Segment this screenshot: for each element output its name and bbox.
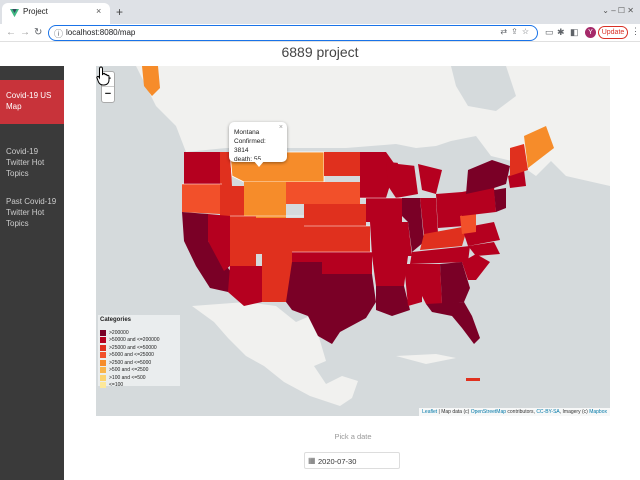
legend-label: <=100 <box>109 382 124 389</box>
date-value[interactable]: 2020-07-30 <box>318 457 356 466</box>
legend-item: >5000 and <=25000 <box>100 347 178 359</box>
profile-avatar[interactable]: Y <box>585 27 596 38</box>
puzzle-icon[interactable]: ✱ <box>557 27 565 38</box>
date-picker-title: Pick a date <box>334 432 372 441</box>
extension-icon[interactable]: ▭ <box>545 27 554 38</box>
attribution-text: contributors, <box>507 409 535 415</box>
sidepanel-icon[interactable]: ◧ <box>570 27 579 38</box>
window-controls[interactable]: ⌄ – ☐ ✕ <box>602 6 634 15</box>
popup-confirmed: Confirmed: 3814 <box>234 138 266 154</box>
update-button[interactable]: Update <box>598 26 628 39</box>
tab-close-icon[interactable]: × <box>96 6 101 16</box>
leaflet-link[interactable]: Leaflet <box>422 409 437 415</box>
popup-tip <box>253 160 265 167</box>
mapbox-link[interactable]: Mapbox <box>589 409 607 415</box>
legend-item: >200000 <box>100 324 178 336</box>
legend-item: >25000 and <=50000 <box>100 339 178 351</box>
sidebar-item-past-hot-topics[interactable]: Past Covid-19 Twitter Hot Topics <box>0 190 64 235</box>
page-title: 6889 project <box>281 44 359 60</box>
sidebar-item-us-map[interactable]: Covid-19 US Map <box>0 80 64 124</box>
omnibox-actions[interactable]: ⇄⇪☆ <box>500 27 533 36</box>
sidebar-item-hot-topics[interactable]: Covid-19 Twitter Hot Topics <box>0 140 64 185</box>
new-tab-button[interactable]: + <box>116 5 123 19</box>
vue-favicon-icon <box>10 9 19 18</box>
browser-toolbar: ← → ↻ ⓘ localhost:8080/map ⇄⇪☆ ▭ ✱ ◧ Y U… <box>0 24 640 42</box>
hand-cursor-icon <box>96 66 110 86</box>
legend-item: >2500 and <=5000 <box>100 354 178 366</box>
attribution-text: | Map data (c) <box>438 409 470 415</box>
legend-item: >100 and <=500 <box>100 369 178 381</box>
url-text[interactable]: localhost:8080/map <box>66 28 135 37</box>
forward-icon[interactable]: → <box>20 27 30 38</box>
state-popup: × Montana Confirmed: 3814 death: 55 <box>229 122 287 167</box>
legend-swatch <box>100 382 106 389</box>
license-link[interactable]: CC-BY-SA <box>536 409 559 415</box>
menu-icon[interactable]: ⋮ <box>631 26 640 37</box>
info-icon[interactable]: ⓘ <box>54 27 63 40</box>
tab-title: Project <box>23 7 48 16</box>
map-legend: Categories >200000 >50000 and <=200000 >… <box>98 315 180 389</box>
legend-item: >500 and <=2500 <box>100 362 178 374</box>
reload-icon[interactable]: ↻ <box>34 27 42 38</box>
map-attribution: Leaflet | Map data (c) OpenStreetMap con… <box>419 408 610 416</box>
legend-item: >50000 and <=200000 <box>100 332 178 344</box>
sidebar: Covid-19 US Map Covid-19 Twitter Hot Top… <box>0 66 64 480</box>
zoom-out-button[interactable]: − <box>102 87 114 102</box>
calendar-icon[interactable]: ▦ <box>308 456 316 465</box>
browser-tabstrip: Project × + ⌄ – ☐ ✕ <box>0 0 640 24</box>
popup-close-icon[interactable]: × <box>279 123 283 132</box>
osm-link[interactable]: OpenStreetMap <box>471 409 506 415</box>
address-bar[interactable]: ⓘ localhost:8080/map ⇄⇪☆ <box>48 25 538 41</box>
browser-tab[interactable]: Project × <box>2 3 110 24</box>
date-input[interactable]: ▦ 2020-07-30 <box>304 452 400 469</box>
attribution-text: , Imagery (c) <box>559 409 588 415</box>
back-icon[interactable]: ← <box>6 27 16 38</box>
legend-title: Categories <box>100 317 132 323</box>
popup-state: Montana <box>234 129 260 136</box>
covid-map[interactable]: + − × Montana Confirmed: 3814 death: 55 … <box>96 66 610 416</box>
